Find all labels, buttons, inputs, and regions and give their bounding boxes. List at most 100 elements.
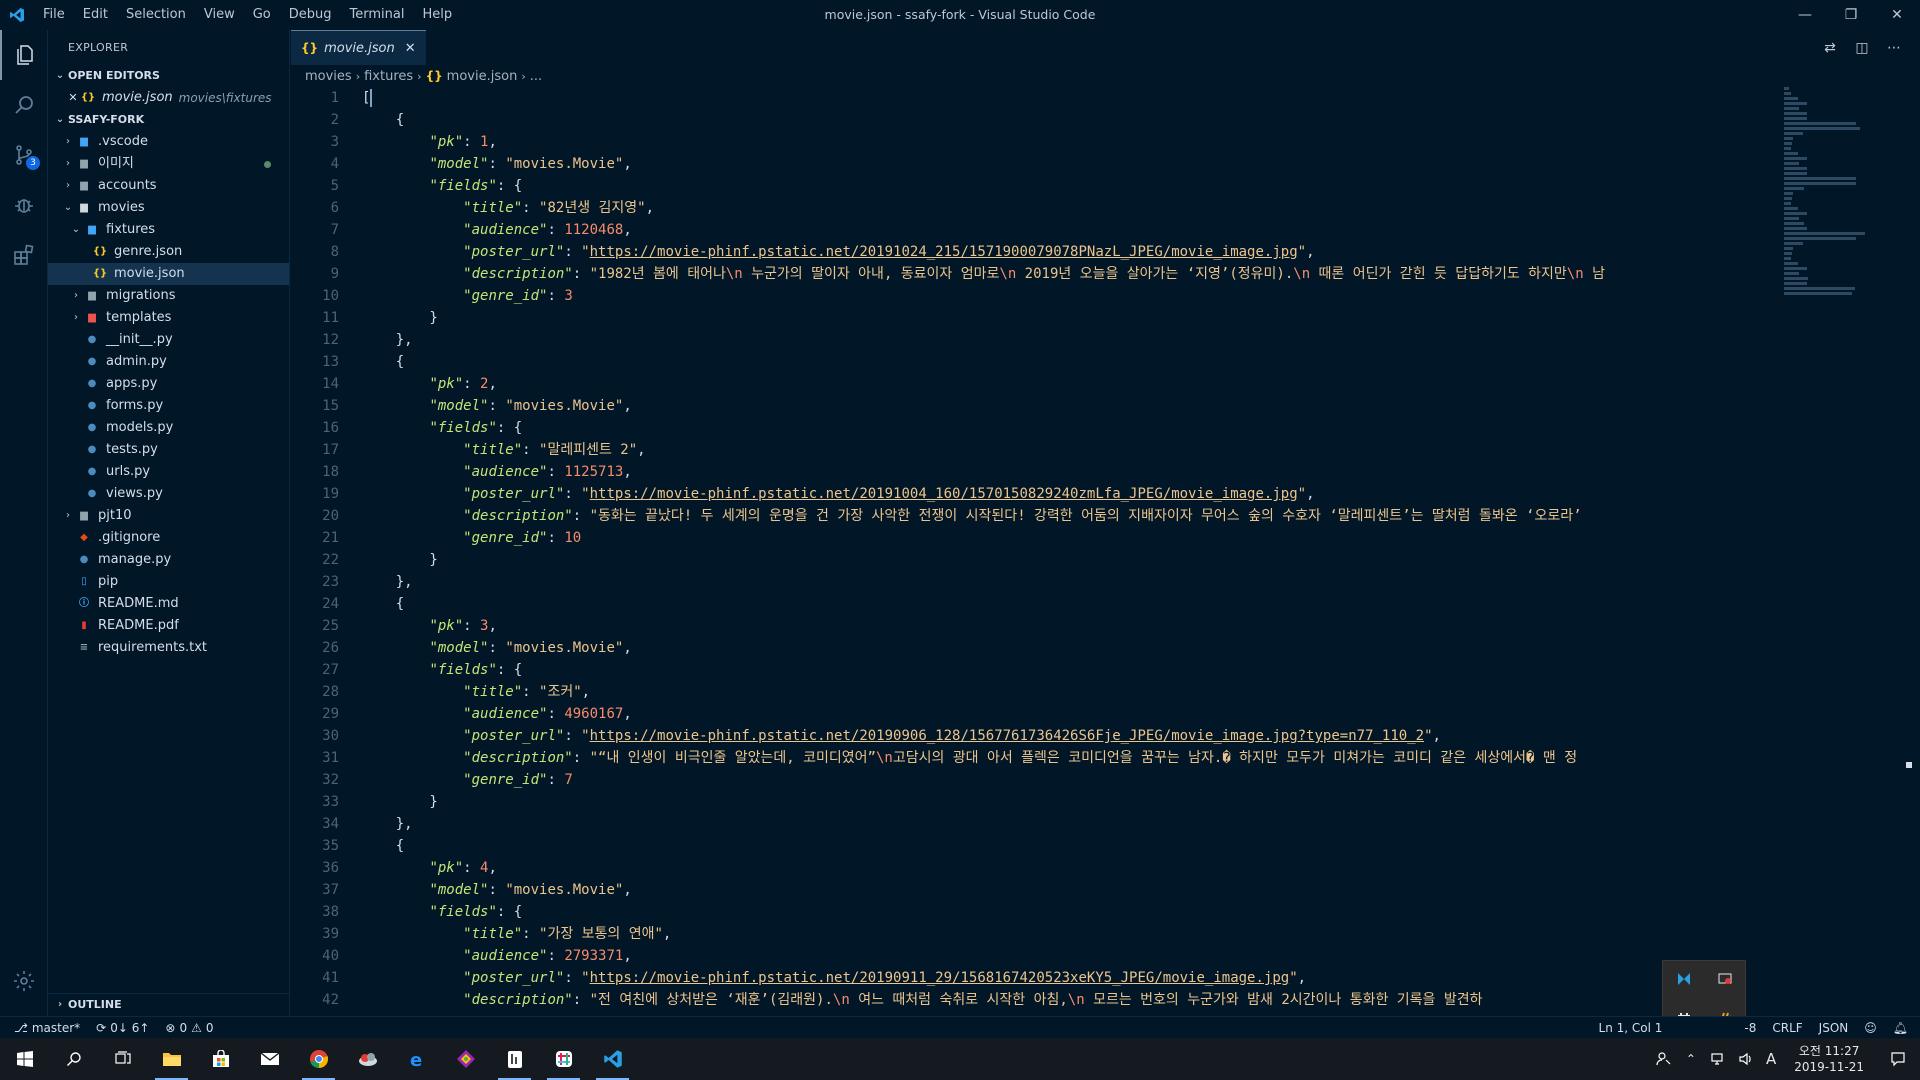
open-editors-header[interactable]: ⌄ OPEN EDITORS [48, 65, 289, 87]
search-icon[interactable] [0, 80, 48, 130]
tab-movie-json[interactable]: {} movie.json ✕ [291, 30, 426, 65]
menu-go[interactable]: Go [244, 0, 280, 30]
taskbar-clock[interactable]: 오전 11:27 2019-11-21 [1782, 1043, 1876, 1075]
notifications-bell-icon[interactable]: 🔔︎ [1885, 1021, 1920, 1035]
tree-item[interactable]: ● admin.py [48, 351, 289, 373]
minimap-line [1784, 257, 1791, 260]
slack-icon[interactable] [539, 1038, 588, 1080]
tree-item[interactable]: ◆ .gitignore [48, 527, 289, 549]
menu-debug[interactable]: Debug [280, 0, 341, 30]
chevron-right-icon[interactable]: › [68, 307, 84, 329]
close-icon[interactable]: ✕ [66, 87, 80, 109]
sync-status[interactable]: ⟳ 0↓ 6↑ [88, 1021, 157, 1035]
breadcrumb-item-movies[interactable]: movies [305, 69, 352, 84]
folder-icon: ▆ [80, 136, 88, 147]
problems-status[interactable]: ⊗ 0 ⚠ 0 [157, 1021, 221, 1035]
feedback-smiley-icon[interactable]: ☺ [1856, 1021, 1885, 1035]
cloud-app-icon[interactable] [343, 1038, 392, 1080]
tree-item[interactable]: › ▆ templates [48, 307, 289, 329]
more-actions-icon[interactable]: ⋯ [1878, 40, 1910, 56]
tree-item[interactable]: ● models.py [48, 417, 289, 439]
chevron-right-icon[interactable]: › [68, 285, 84, 307]
restore-icon[interactable]: ❐ [1828, 0, 1874, 30]
close-icon[interactable]: ✕ [1874, 0, 1920, 30]
open-editor-item[interactable]: ✕ {} movie.json movies\fixtures [48, 87, 289, 109]
task-view-icon[interactable] [98, 1038, 147, 1080]
chevron-down-icon[interactable]: ⌄ [68, 219, 84, 241]
outline-section[interactable]: › OUTLINE [48, 993, 290, 1016]
kite-tray-icon[interactable] [1676, 971, 1692, 991]
cursor-position[interactable]: Ln 1, Col 1 [1591, 1021, 1671, 1035]
breadcrumb-item-more[interactable]: ... [530, 69, 542, 84]
windows-start-icon[interactable] [0, 1038, 49, 1080]
tree-item[interactable]: ▯ pip [48, 571, 289, 593]
chevron-right-icon[interactable]: › [60, 175, 76, 197]
breadcrumb-item-fixtures[interactable]: fixtures [364, 69, 413, 84]
screen-capture-tray-icon[interactable] [1717, 971, 1733, 991]
tree-item[interactable]: ⓘ README.md [48, 593, 289, 615]
tray-overflow-chevron-icon[interactable]: ⌃ [1678, 1052, 1704, 1066]
vscode-icon[interactable] [588, 1038, 637, 1080]
tree-item[interactable]: ▮ README.pdf [48, 615, 289, 637]
mail-icon[interactable] [245, 1038, 294, 1080]
menu-help[interactable]: Help [413, 0, 461, 30]
minimap[interactable] [1784, 87, 1904, 317]
chevron-down-icon[interactable]: ⌄ [60, 197, 76, 219]
network-icon[interactable] [1704, 1052, 1732, 1066]
minimize-icon[interactable]: — [1782, 0, 1828, 30]
menu-edit[interactable]: Edit [74, 0, 117, 30]
action-center-icon[interactable] [1876, 1051, 1920, 1067]
people-icon[interactable] [1650, 1051, 1678, 1067]
menu-view[interactable]: View [195, 0, 244, 30]
edge-icon[interactable]: e [392, 1038, 441, 1080]
files-icon[interactable] [0, 30, 48, 80]
search-icon[interactable] [49, 1038, 98, 1080]
source-control-icon[interactable]: 3 [0, 130, 48, 180]
close-icon[interactable]: ✕ [405, 41, 416, 56]
breadcrumb-item-file[interactable]: movie.json [447, 69, 518, 84]
tree-item[interactable]: ● tests.py [48, 439, 289, 461]
tree-item[interactable]: › ▆ 이미지 [48, 153, 289, 175]
language-mode[interactable]: JSON [1811, 1021, 1857, 1035]
tree-item[interactable]: {} genre.json [48, 241, 289, 263]
project-header[interactable]: ⌄ SSAFY-FORK [48, 109, 289, 131]
tree-item[interactable]: ⌄ ▆ fixtures [48, 219, 289, 241]
chevron-right-icon[interactable]: › [60, 131, 76, 153]
debug-icon[interactable] [0, 180, 48, 230]
scrollbar-marker[interactable] [1906, 762, 1912, 768]
eol-status[interactable]: CRLF [1764, 1021, 1810, 1035]
tree-item[interactable]: {} movie.json [48, 263, 289, 285]
file-explorer-icon[interactable] [147, 1038, 196, 1080]
tree-item[interactable]: ≡ requirements.txt [48, 637, 289, 659]
tree-item[interactable]: ● apps.py [48, 373, 289, 395]
tree-item[interactable]: ● forms.py [48, 395, 289, 417]
tree-item[interactable]: › ▆ migrations [48, 285, 289, 307]
tree-item[interactable]: ● manage.py [48, 549, 289, 571]
tree-item[interactable]: › ▆ .vscode [48, 131, 289, 153]
outline-header[interactable]: › OUTLINE [48, 994, 290, 1016]
extensions-icon[interactable] [0, 230, 48, 280]
tree-item[interactable]: ● urls.py [48, 461, 289, 483]
volume-icon[interactable] [1732, 1052, 1760, 1066]
tree-item[interactable]: ⌄ ▆ movies [48, 197, 289, 219]
tree-item[interactable]: ● views.py [48, 483, 289, 505]
input-method-indicator[interactable]: A [1760, 1050, 1782, 1068]
chevron-right-icon[interactable]: › [60, 505, 76, 527]
store-icon[interactable] [196, 1038, 245, 1080]
chrome-icon[interactable] [294, 1038, 343, 1080]
split-editor-icon[interactable]: ◫ [1846, 40, 1878, 56]
menu-terminal[interactable]: Terminal [341, 0, 414, 30]
tree-item[interactable]: › ▆ pjt10 [48, 505, 289, 527]
tree-item[interactable]: › ▆ accounts [48, 175, 289, 197]
menu-file[interactable]: File [34, 0, 74, 30]
settings-gear-icon[interactable] [0, 956, 48, 1006]
notepad-icon[interactable] [490, 1038, 539, 1080]
encoding-status[interactable]: -8 [1736, 1021, 1764, 1035]
git-branch[interactable]: ⎇ master* [0, 1021, 88, 1035]
git-app-icon[interactable] [441, 1038, 490, 1080]
menu-selection[interactable]: Selection [117, 0, 195, 30]
open-changes-icon[interactable]: ⇄ [1814, 40, 1846, 56]
code-editor[interactable]: [ { "pk": 1, "model": "movies.Movie", "f… [362, 87, 1782, 1017]
chevron-right-icon[interactable]: › [60, 153, 76, 175]
tree-item[interactable]: ● __init__.py [48, 329, 289, 351]
